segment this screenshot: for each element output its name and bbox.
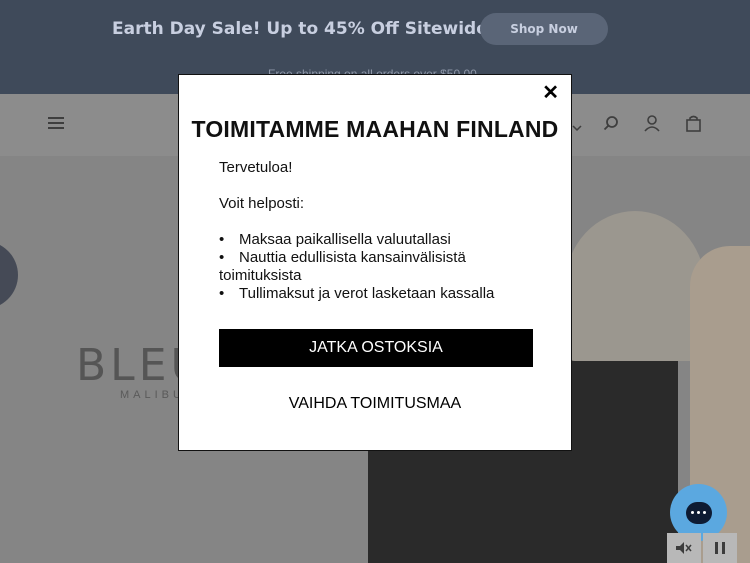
account-icon[interactable] — [644, 115, 660, 135]
modal-title: TOIMITAMME MAAHAN FINLAND — [191, 116, 559, 142]
hero-image-model-head — [565, 211, 705, 361]
close-icon[interactable]: ✕ — [542, 83, 559, 103]
benefits-list: Maksaa paikallisella valuutallasi Nautti… — [219, 231, 539, 303]
list-item: Nauttia edullisista kansainvälisistä toi… — [219, 249, 539, 285]
modal-intro: Voit helposti: — [219, 195, 305, 212]
country-modal: ✕ TOIMITAMME MAAHAN FINLAND Tervetuloa! … — [178, 74, 572, 451]
cart-icon[interactable] — [686, 115, 701, 135]
modal-greeting: Tervetuloa! — [219, 159, 293, 176]
pause-icon[interactable] — [703, 533, 737, 563]
shop-now-button[interactable]: Shop Now — [480, 13, 608, 45]
list-item: Tullimaksut ja verot lasketaan kassalla — [219, 285, 539, 303]
hero-badge — [0, 241, 18, 309]
chevron-down-icon[interactable] — [572, 118, 582, 135]
menu-icon[interactable] — [48, 116, 64, 133]
continue-shopping-button[interactable]: JATKA OSTOKSIA — [219, 329, 533, 367]
list-item: Maksaa paikallisella valuutallasi — [219, 231, 539, 249]
promo-text: Earth Day Sale! Up to 45% Off Sitewide — [112, 19, 488, 39]
modal-body: Tervetuloa! Voit helposti: Maksaa paikal… — [219, 159, 539, 303]
search-icon[interactable] — [603, 115, 619, 134]
change-country-link[interactable]: VAIHDA TOIMITUSMAA — [179, 395, 571, 413]
chat-icon — [685, 501, 712, 524]
mute-icon[interactable] — [667, 533, 701, 563]
brand-subtitle: MALIBU — [120, 389, 185, 401]
